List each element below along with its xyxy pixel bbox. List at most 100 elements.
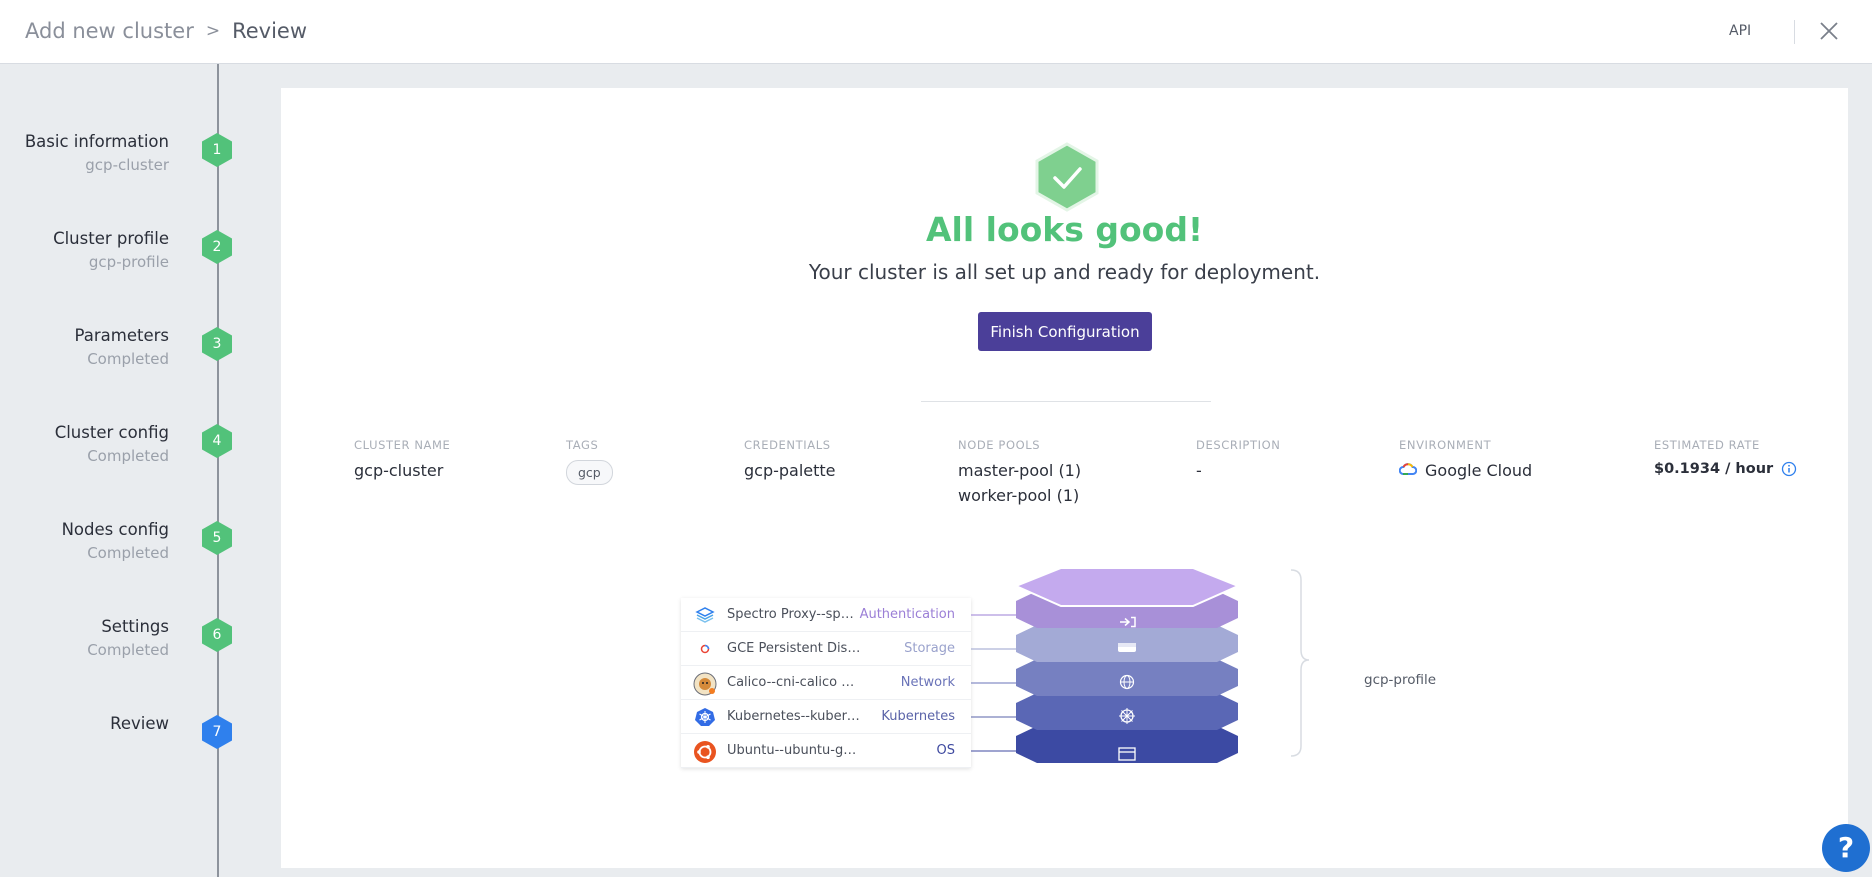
breadcrumb-review: Review (232, 19, 308, 43)
network-layer (1016, 659, 1238, 696)
step-number-badge: 1 (201, 132, 233, 168)
step-number: 6 (212, 627, 222, 643)
step-number-badge: 5 (201, 520, 233, 556)
step-title: Cluster config (54, 423, 169, 442)
step-subtitle: gcp-profile (88, 253, 169, 271)
profile-layer-list: Spectro Proxy--spe... Authentication GCE… (681, 598, 971, 768)
close-icon[interactable] (1818, 20, 1840, 42)
step-subtitle: Completed (87, 350, 169, 368)
profile-name: gcp-profile (1364, 672, 1437, 688)
step-number: 5 (212, 530, 222, 546)
step-subtitle: Completed (87, 641, 169, 659)
credentials-label: CREDENTIALS (744, 438, 831, 452)
cluster-name-value: gcp-cluster (354, 461, 444, 480)
layer-row-kubernetes[interactable]: Kubernetes--kubernet... Kubernetes (681, 700, 971, 734)
api-button[interactable]: API (1729, 23, 1751, 39)
breadcrumb-add-new-cluster[interactable]: Add new cluster (25, 19, 194, 43)
step-title: Cluster profile (53, 229, 169, 248)
step-number-badge: 2 (201, 229, 233, 265)
layer-row-ubuntu[interactable]: Ubuntu--ubuntu-gcp LTS__20... OS (681, 734, 971, 768)
cluster-name-label: CLUSTER NAME (354, 438, 451, 452)
layer-type: OS (936, 743, 955, 758)
summary-cluster-name: CLUSTER NAME gcp-cluster (354, 438, 450, 480)
step-title: Nodes config (61, 520, 169, 539)
info-icon[interactable] (1781, 461, 1797, 477)
success-subtitle: Your cluster is all set up and ready for… (808, 260, 1321, 284)
layer-row-gce-disk[interactable]: GCE Persistent Disk CSI--cs... Storage (681, 632, 971, 666)
step-title: Settings (101, 617, 169, 636)
kubernetes-icon (693, 706, 717, 728)
layer-type: Network (900, 675, 955, 690)
gce-disk-icon (693, 638, 717, 660)
section-divider (921, 401, 1211, 402)
tags-label: TAGS (566, 438, 599, 452)
step-number: 3 (212, 336, 222, 352)
profile-stack-diagram (971, 568, 1310, 763)
step-number: 2 (212, 239, 222, 255)
step-title: Parameters (74, 326, 169, 345)
layer-row-spectro-proxy[interactable]: Spectro Proxy--spe... Authentication (681, 598, 971, 632)
layer-type: Authentication (859, 607, 955, 622)
finish-configuration-button[interactable]: Finish Configuration (978, 312, 1152, 351)
step-cluster-profile[interactable]: Cluster profile gcp-profile 2 (0, 229, 240, 289)
tag-chip: gcp (566, 460, 613, 485)
success-title: All looks good! (925, 210, 1204, 249)
summary-node-pools: NODE POOLS master-pool (1) worker-pool (… (958, 438, 1081, 505)
layer-name: Calico--cni-calico 3.24.x (727, 675, 861, 690)
step-number: 7 (212, 724, 222, 740)
step-basic-information[interactable]: Basic information gcp-cluster 1 (0, 132, 240, 192)
spectro-proxy-icon (693, 604, 717, 626)
step-number: 4 (212, 433, 222, 449)
top-layer (1013, 568, 1241, 607)
step-nodes-config[interactable]: Nodes config Completed 5 (0, 520, 240, 580)
help-button[interactable]: ? (1822, 824, 1870, 872)
step-subtitle: Completed (87, 447, 169, 465)
header-divider (1794, 20, 1795, 44)
step-number-badge: 4 (201, 423, 233, 459)
os-layer (1016, 726, 1238, 763)
layer-type: Kubernetes (881, 709, 955, 724)
summary-description: DESCRIPTION - (1196, 438, 1280, 480)
calico-icon (693, 672, 717, 696)
layer-row-calico[interactable]: Calico--cni-calico 3.24.x Network (681, 666, 971, 700)
credentials-value: gcp-palette (744, 461, 836, 480)
step-number: 1 (212, 142, 222, 158)
node-pool-master: master-pool (1) (958, 461, 1082, 480)
review-card: All looks good! Your cluster is all set … (281, 88, 1848, 868)
profile-brace (1290, 569, 1310, 757)
step-settings[interactable]: Settings Completed 6 (0, 617, 240, 677)
ubuntu-icon (693, 740, 717, 763)
environment-name: Google Cloud (1425, 461, 1533, 480)
environment-value: Google Cloud (1398, 461, 1533, 480)
step-subtitle: gcp-cluster (85, 156, 169, 174)
step-review[interactable]: Review 7 (0, 714, 240, 774)
rate-amount: $0.1934 / hour (1654, 461, 1774, 477)
google-cloud-icon (1398, 461, 1418, 480)
top-header: Add new cluster > Review API (0, 0, 1872, 64)
node-pool-worker: worker-pool (1) (958, 486, 1080, 505)
summary-environment: ENVIRONMENT Google Cloud (1398, 438, 1533, 480)
description-label: DESCRIPTION (1196, 438, 1281, 452)
breadcrumb: Add new cluster > Review (25, 19, 307, 43)
environment-label: ENVIRONMENT (1399, 438, 1492, 452)
estimated-rate-value: $0.1934 / hour (1654, 461, 1797, 477)
step-title: Basic information (24, 132, 169, 151)
step-number-badge: 3 (201, 326, 233, 362)
step-subtitle: Completed (87, 544, 169, 562)
step-parameters[interactable]: Parameters Completed 3 (0, 326, 240, 386)
summary-tags: TAGS gcp (566, 438, 613, 485)
description-value: - (1196, 461, 1202, 480)
layer-name: GCE Persistent Disk CSI--cs... (727, 641, 861, 656)
step-cluster-config[interactable]: Cluster config Completed 4 (0, 423, 240, 483)
step-number-badge: 6 (201, 617, 233, 653)
breadcrumb-separator: > (205, 21, 221, 41)
summary-estimated-rate: ESTIMATED RATE $0.1934 / hour (1654, 438, 1797, 477)
layer-name: Ubuntu--ubuntu-gcp LTS__20... (727, 743, 861, 758)
layer-name: Kubernetes--kubernet... (727, 709, 861, 724)
success-check-icon (1035, 142, 1099, 212)
step-number-badge: 7 (201, 714, 233, 750)
summary-credentials: CREDENTIALS gcp-palette (744, 438, 836, 480)
node-pools-label: NODE POOLS (958, 438, 1041, 452)
layer-type: Storage (904, 641, 955, 656)
layer-name: Spectro Proxy--spe... (727, 607, 861, 622)
